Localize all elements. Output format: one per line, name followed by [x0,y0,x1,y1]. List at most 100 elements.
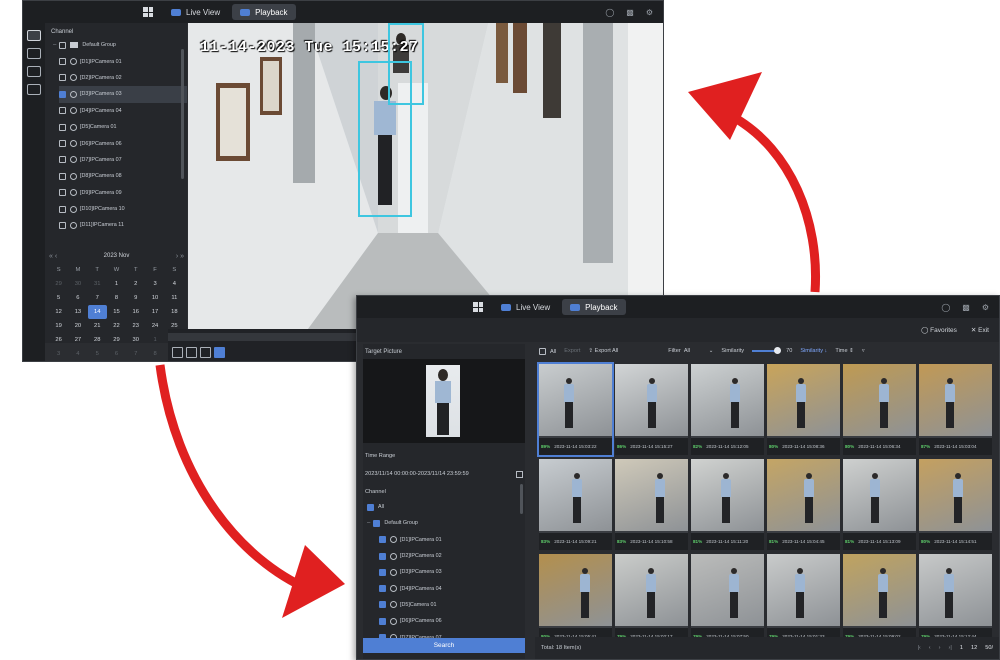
channel-item[interactable]: [D1]IPCamera 01 [379,532,525,548]
menu-grid-icon[interactable] [473,302,483,312]
filter-select[interactable]: Filter All ⌄ [668,348,713,354]
channel-item[interactable]: [D5]Camera 01 [379,597,525,613]
sort-time[interactable]: Time ⇕ [835,348,853,354]
capture-time: 2023-11-14 15:10:58 [630,539,673,544]
result-thumbnail[interactable]: 83% 2023-11-14 15:09:21 [539,459,612,550]
channel-item[interactable]: [D2]IPCamera 02 [379,548,525,564]
next-page-icon[interactable]: › [939,645,941,651]
capture-time: 2023-11-14 15:15:27 [630,444,673,449]
person-legs [945,592,953,618]
result-thumbnail[interactable]: 79%2023-11-14 15:12:44 [919,554,992,645]
alarm-icon[interactable]: ◯ [941,303,950,312]
channel-checkbox[interactable] [379,617,386,625]
camera-icon [390,552,397,560]
channel-checkbox[interactable] [379,536,386,544]
last-page-icon[interactable]: ›| [949,645,952,651]
result-thumbnail[interactable]: 89% 2023-11-14 15:03:22 [537,362,614,457]
settings-icon[interactable]: ⚙ [982,303,989,312]
total-count: Total: 18 Item(s) [541,645,582,651]
similarity-percent: 80% [845,444,855,449]
filter-icon[interactable]: ▿ [862,348,865,354]
person-torso [721,479,731,497]
channel-item[interactable]: [D4]IPCamera 04 [379,580,525,596]
result-image [919,364,992,436]
prev-page-icon[interactable]: ‹ [929,645,931,651]
group-row[interactable]: – Default Group [367,515,525,531]
result-thumbnail[interactable]: 79%2023-11-14 15:07:50 [691,554,764,645]
result-thumbnail[interactable]: 81% 2023-11-14 15:13:09 [843,459,916,550]
search-button[interactable]: Search [363,638,525,653]
sort-similarity[interactable]: Similarity ↓ [800,348,827,354]
similarity-slider[interactable] [752,347,782,354]
result-thumbnail[interactable]: 80% 2023-11-14 15:08:36 [767,364,840,455]
smart-search-window: Live View Playback ◯ ▩ ⚙ ◯ Favorites ✕ E… [356,295,1000,660]
person-figure [796,378,806,428]
result-image [539,364,612,436]
channel-scrollbar[interactable] [520,484,523,514]
channel-item[interactable]: [D6]IPCamera 06 [379,613,525,629]
channel-checkbox[interactable] [379,585,386,593]
result-caption: 81% 2023-11-14 15:11:20 [691,533,764,550]
select-all-checkbox[interactable] [539,347,546,355]
favorites-button[interactable]: ◯ Favorites [921,326,957,334]
person-torso [795,574,805,592]
person-torso [580,574,590,592]
all-row[interactable]: All [367,499,525,515]
result-thumbnail[interactable]: 81% 2023-11-14 15:04:45 [767,459,840,550]
result-thumbnail[interactable]: 83% 2023-11-14 15:10:58 [615,459,688,550]
result-thumbnail[interactable]: 80% 2023-11-14 15:06:34 [843,364,916,455]
similarity-percent: 82% [693,444,703,449]
channel-label: [D4]IPCamera 04 [400,585,442,592]
result-image [767,459,840,531]
result-thumbnail[interactable]: 87% 2023-11-14 15:03:04 [919,364,992,455]
select-all[interactable]: All [539,347,556,355]
channel-checkbox[interactable] [379,552,386,560]
current-page[interactable]: 1 [960,645,963,651]
result-image [539,554,612,626]
channel-checkbox[interactable] [379,568,386,576]
person-legs [731,402,739,428]
result-thumbnail[interactable]: 80% 2023-11-14 15:14:51 [919,459,992,550]
result-thumbnail[interactable]: 80%2023-11-14 15:05:41 [539,554,612,645]
action-bar: ◯ Favorites ✕ Exit [357,318,999,342]
result-caption: 87% 2023-11-14 15:03:04 [919,438,992,455]
first-page-icon[interactable]: |‹ [917,645,920,651]
exit-button[interactable]: ✕ Exit [971,326,989,334]
person-torso [646,574,656,592]
capture-time: 2023-11-14 15:03:22 [554,444,597,449]
person-torso [564,384,574,402]
person-torso [953,479,963,497]
result-thumbnail[interactable]: 79%2023-11-14 15:01:33 [767,554,840,645]
result-image [767,364,840,436]
person-legs [647,592,655,618]
tab-playback[interactable]: Playback [562,299,626,315]
result-thumbnail[interactable]: 79%2023-11-14 15:02:17 [615,554,688,645]
arrow-up-curve [732,114,821,293]
channel-checkbox[interactable] [379,601,386,609]
export-button[interactable]: Export [564,348,580,354]
person-figure [870,473,880,523]
group-checkbox[interactable] [373,519,381,527]
tab-live-view[interactable]: Live View [493,299,558,315]
calendar-icon[interactable] [516,470,523,478]
camera-icon [390,568,397,576]
collapse-icon[interactable]: – [367,520,370,526]
page-size[interactable]: 50/ [985,645,993,651]
channel-label: [D6]IPCamera 06 [400,618,442,625]
result-thumbnail[interactable]: 79%2023-11-14 15:09:02 [843,554,916,645]
stats-icon[interactable]: ▩ [962,303,970,312]
capture-time: 2023-11-14 15:06:34 [858,444,901,449]
target-picture[interactable] [363,359,525,443]
search-panel: Target Picture Time Range 2023/11/14 00:… [363,344,525,659]
time-range-field[interactable]: 2023/11/14 00:00:00-2023/11/14 23:59:59 [363,467,525,481]
capture-time: 2023-11-14 15:13:09 [858,539,901,544]
all-checkbox[interactable] [367,503,374,511]
result-thumbnail[interactable]: 82% 2023-11-14 15:12:05 [691,364,764,455]
result-thumbnail[interactable]: 81% 2023-11-14 15:11:20 [691,459,764,550]
person-figure [572,473,582,523]
result-caption: 80% 2023-11-14 15:14:51 [919,533,992,550]
export-all-button[interactable]: ⇪ Export All [588,348,618,354]
total-pages: 12 [970,645,978,651]
channel-item[interactable]: [D3]IPCamera 03 [379,564,525,580]
result-thumbnail[interactable]: 86% 2023-11-14 15:15:27 [615,364,688,455]
